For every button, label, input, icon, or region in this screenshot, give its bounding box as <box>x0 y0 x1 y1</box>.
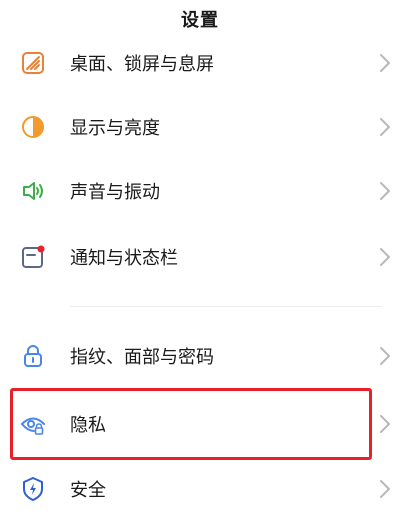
settings-screen: 设置 桌面、锁屏与息屏 显示与亮度 声音与振动 通知与状态栏 指纹、面部与密码 … <box>0 0 400 516</box>
settings-item-notification-statusbar[interactable]: 通知与状态栏 <box>0 227 400 287</box>
settings-item-privacy[interactable]: 隐私 <box>0 394 400 454</box>
settings-item-label: 显示与亮度 <box>70 118 160 139</box>
settings-item-display-brightness[interactable]: 显示与亮度 <box>0 97 400 157</box>
settings-item-label: 指纹、面部与密码 <box>70 347 214 368</box>
settings-item-sound-vibration[interactable]: 声音与振动 <box>0 161 400 221</box>
chevron-right-icon <box>378 346 392 366</box>
speaker-icon <box>20 178 46 204</box>
shield-icon <box>20 476 46 502</box>
page-title: 设置 <box>181 10 219 31</box>
settings-item-fingerprint-face-password[interactable]: 指纹、面部与密码 <box>0 326 400 386</box>
chevron-right-icon <box>378 479 392 499</box>
chevron-right-icon <box>378 117 392 137</box>
settings-item-label: 声音与振动 <box>70 182 160 203</box>
brightness-icon <box>20 114 46 140</box>
settings-item-label: 隐私 <box>70 415 106 436</box>
lock-icon <box>20 343 46 369</box>
chevron-right-icon <box>378 181 392 201</box>
chevron-right-icon <box>378 247 392 267</box>
header: 设置 <box>0 0 400 36</box>
settings-item-label: 桌面、锁屏与息屏 <box>70 54 214 75</box>
chevron-right-icon <box>378 414 392 434</box>
chevron-right-icon <box>378 53 392 73</box>
notification-icon <box>20 244 46 270</box>
settings-item-label: 安全 <box>70 480 106 501</box>
settings-item-label: 通知与状态栏 <box>70 248 178 269</box>
wallpaper-icon <box>20 50 46 76</box>
section-divider <box>70 306 382 307</box>
settings-item-desktop-lockscreen[interactable]: 桌面、锁屏与息屏 <box>0 33 400 93</box>
settings-item-security[interactable]: 安全 <box>0 459 400 516</box>
privacy-eye-icon <box>20 411 46 437</box>
